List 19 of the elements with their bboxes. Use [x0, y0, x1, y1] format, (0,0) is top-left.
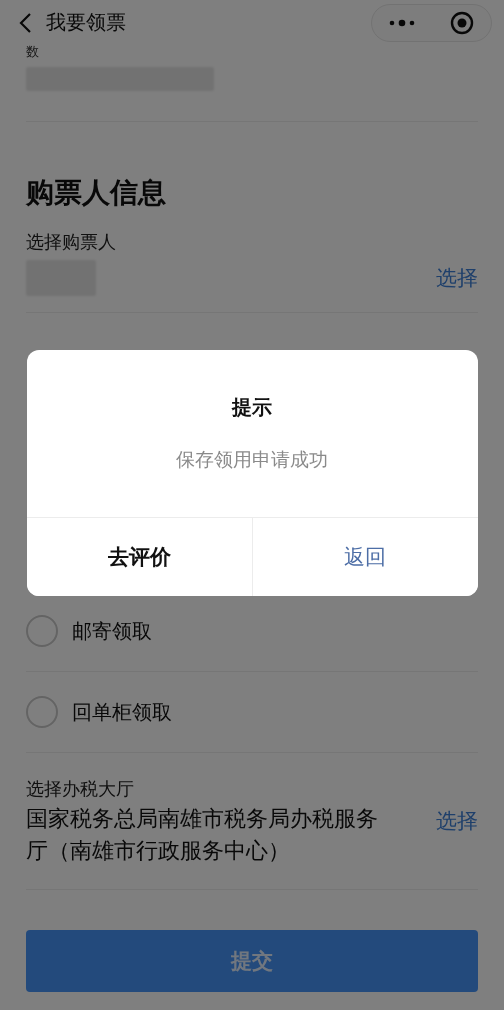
back-icon[interactable] [18, 11, 32, 34]
radio-button[interactable] [26, 615, 58, 647]
select-link[interactable]: 选择 [436, 264, 478, 292]
field-label: 选择购票人 [26, 230, 117, 254]
section-title: 购票人信息 [26, 175, 167, 211]
hall-value: 国家税务总局南雄市税务局办税服务厅（南雄市行政服务中心） [26, 805, 379, 865]
close-icon[interactable] [449, 10, 474, 35]
dialog-button[interactable]: 返回 [251, 518, 478, 596]
radio-button[interactable] [26, 696, 58, 728]
submit-button[interactable]: 提交 [26, 930, 478, 992]
dialog-message: 保存领用申请成功 [175, 447, 329, 472]
select-link[interactable]: 选择 [436, 807, 478, 835]
page-title: 我要领票 [46, 9, 127, 36]
more-icon[interactable] [389, 18, 416, 27]
option-label: 回单柜领取 [72, 698, 172, 726]
field-label: 选择办税大厅 [26, 777, 135, 801]
field-label: 数 [26, 47, 40, 61]
option-label: 邮寄领取 [72, 617, 152, 645]
dialog-title: 提示 [230, 394, 273, 421]
